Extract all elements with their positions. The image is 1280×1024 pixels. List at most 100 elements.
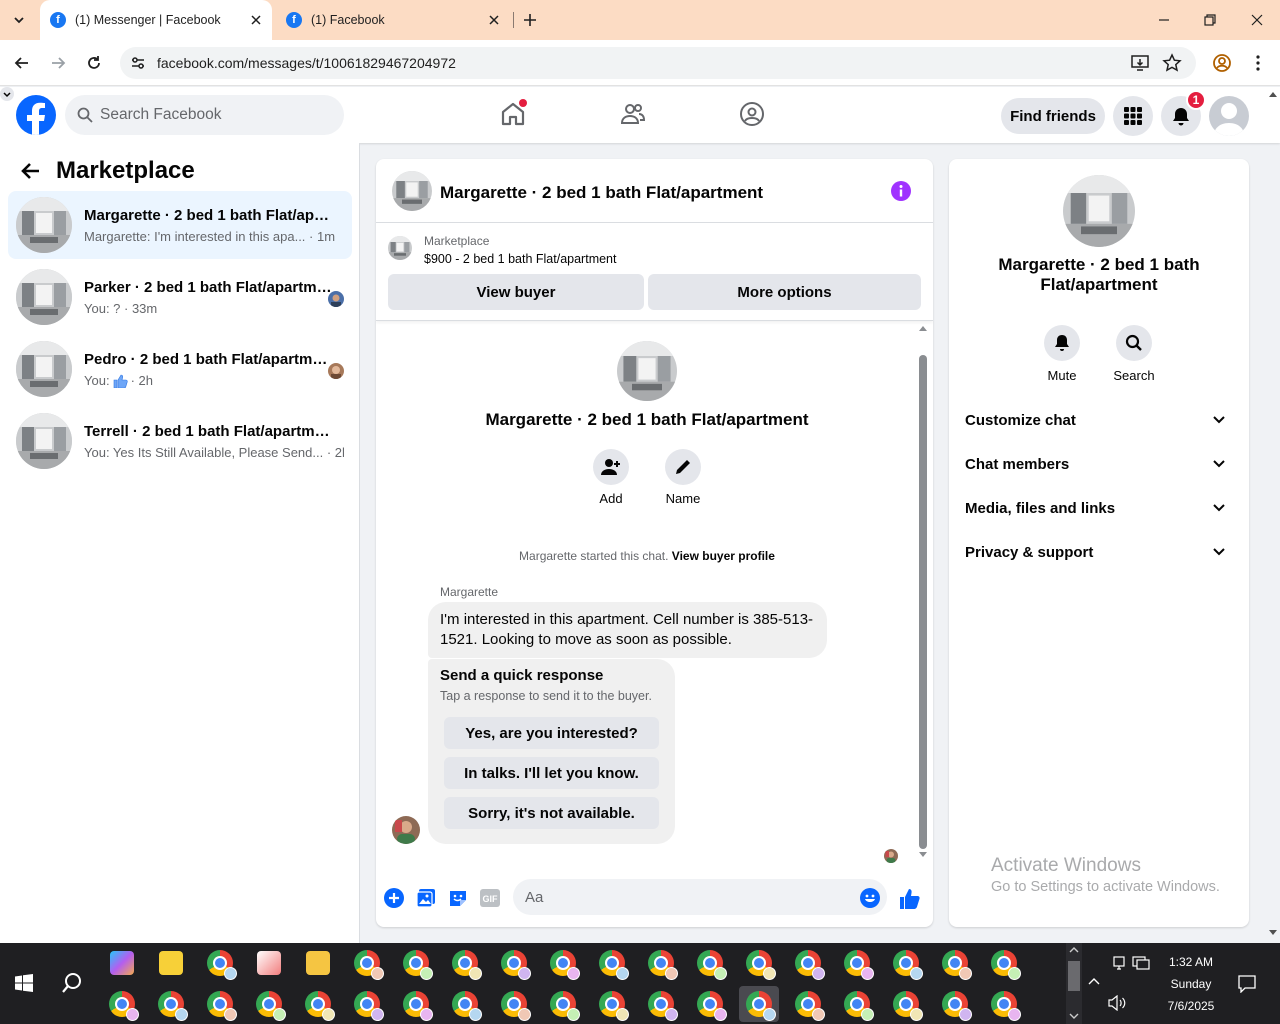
taskbar-chrome-window[interactable] [494, 986, 534, 1022]
reload-button[interactable] [80, 49, 108, 77]
bookmark-star-icon[interactable] [1162, 53, 1182, 73]
taskbar-scroll[interactable] [1066, 943, 1082, 1024]
taskbar-app-notes[interactable] [151, 945, 191, 981]
address-bar[interactable]: facebook.com/messages/t/1006182946720497… [120, 47, 1196, 79]
browser-tab-messenger[interactable]: f (1) Messenger | Facebook [40, 0, 272, 40]
taskbar-chrome-window[interactable] [690, 945, 730, 981]
taskbar-chrome-window[interactable] [984, 945, 1024, 981]
taskbar-chrome-window[interactable] [641, 945, 681, 981]
taskbar-chrome-window[interactable] [837, 986, 877, 1022]
taskbar-chrome-window[interactable] [347, 986, 387, 1022]
quick-response-option[interactable]: Sorry, it's not available. [444, 797, 659, 829]
site-settings-icon[interactable] [128, 53, 148, 73]
taskbar-chrome-window[interactable] [935, 945, 975, 981]
browser-tab-facebook[interactable]: f (1) Facebook [276, 0, 510, 40]
taskbar-chrome-window[interactable] [984, 986, 1024, 1022]
taskbar-chrome-window[interactable] [935, 986, 975, 1022]
account-chevron-down-icon[interactable] [0, 87, 14, 101]
nav-friends[interactable] [618, 99, 648, 129]
chevron-up-icon[interactable] [1088, 977, 1100, 985]
meet-now-icon[interactable] [1112, 956, 1126, 970]
taskbar-chrome-window[interactable] [200, 945, 240, 981]
incoming-message-bubble[interactable]: I'm interested in this apartment. Cell n… [428, 602, 827, 658]
emoji-button[interactable] [858, 886, 882, 910]
chat-item-pedro[interactable]: Pedro · 2 bed 1 bath Flat/apartment You:… [8, 335, 352, 403]
taskbar-chrome-window[interactable] [151, 986, 191, 1022]
facebook-logo[interactable] [16, 95, 56, 135]
taskbar-chrome-window[interactable] [788, 945, 828, 981]
taskbar-chrome-window[interactable] [396, 945, 436, 981]
listing-price-title[interactable]: $900 - 2 bed 1 bath Flat/apartment [424, 252, 617, 266]
sticker-button[interactable] [446, 886, 470, 910]
clock-date[interactable]: 7/6/2025 [1158, 999, 1224, 1013]
taskbar-chrome-window[interactable] [543, 945, 583, 981]
volume-icon[interactable] [1108, 995, 1126, 1011]
taskbar-chrome-window[interactable] [739, 986, 779, 1022]
restore-button[interactable] [1187, 0, 1233, 40]
taskbar-chrome-window[interactable] [200, 986, 240, 1022]
message-input[interactable] [513, 879, 887, 915]
notification-center-icon[interactable] [1238, 975, 1256, 993]
chat-members-section[interactable]: Chat members [965, 450, 1233, 478]
scroll-up-arrow-icon[interactable] [1269, 91, 1277, 97]
page-scrollbar[interactable] [1265, 87, 1280, 943]
gif-button[interactable]: GIF [478, 886, 502, 910]
account-avatar[interactable] [1209, 96, 1249, 136]
scroll-down-arrow-icon[interactable] [919, 852, 927, 858]
taskbar-chrome-window[interactable] [592, 945, 632, 981]
taskbar-chrome-window[interactable] [886, 945, 926, 981]
chat-item-terrell[interactable]: Terrell · 2 bed 1 bath Flat/apartment Yo… [8, 407, 352, 475]
scrollbar-thumb[interactable] [919, 355, 927, 849]
install-app-icon[interactable] [1130, 53, 1150, 73]
view-buyer-button[interactable]: View buyer [388, 274, 644, 310]
taskbar-chrome-window[interactable] [494, 945, 534, 981]
media-files-links-section[interactable]: Media, files and links [965, 494, 1233, 522]
browser-menu-button[interactable] [1244, 49, 1272, 77]
taskbar-chrome-window[interactable] [347, 945, 387, 981]
scroll-up-arrow-icon[interactable] [1069, 947, 1079, 953]
taskbar-chrome-window[interactable] [396, 986, 436, 1022]
taskbar-app-paint[interactable] [249, 945, 289, 981]
taskbar-chrome-window[interactable] [298, 986, 338, 1022]
taskbar-chrome-window[interactable] [641, 986, 681, 1022]
nav-home[interactable] [498, 99, 528, 129]
taskbar-chrome-window[interactable] [739, 945, 779, 981]
send-like-button[interactable] [898, 886, 922, 910]
taskbar-search-button[interactable] [52, 965, 92, 1001]
clock-time[interactable]: 1:32 AM [1158, 955, 1224, 969]
close-tab-button[interactable] [484, 10, 504, 30]
attach-photo-button[interactable] [414, 886, 438, 910]
chat-item-margarette[interactable]: Margarette · 2 bed 1 bath Flat/apartment… [8, 191, 352, 259]
nav-groups[interactable] [737, 99, 767, 129]
taskbar-chrome-window[interactable] [102, 986, 142, 1022]
add-people-action[interactable]: Add [581, 449, 641, 506]
mute-action[interactable]: Mute [1032, 325, 1092, 383]
find-friends-button[interactable]: Find friends [1001, 98, 1105, 134]
scroll-down-arrow-icon[interactable] [1069, 1013, 1079, 1019]
close-tab-button[interactable] [246, 10, 266, 30]
profile-button[interactable] [1208, 49, 1236, 77]
scroll-down-arrow-icon[interactable] [1269, 930, 1277, 936]
network-icon[interactable] [1132, 956, 1150, 970]
forward-button[interactable] [44, 49, 72, 77]
listing-thumbnail[interactable] [392, 171, 432, 211]
back-button[interactable] [8, 49, 36, 77]
close-window-button[interactable] [1234, 0, 1280, 40]
taskbar-chrome-window[interactable] [788, 986, 828, 1022]
tab-search-button[interactable] [4, 6, 34, 34]
taskbar-scroll-thumb[interactable] [1068, 961, 1080, 991]
taskbar-chrome-window[interactable] [249, 986, 289, 1022]
taskbar-app-copilot[interactable] [102, 945, 142, 981]
more-options-button[interactable]: More options [648, 274, 921, 310]
taskbar-app-files[interactable] [298, 945, 338, 981]
quick-response-option[interactable]: Yes, are you interested? [444, 717, 659, 749]
search-in-chat-action[interactable]: Search [1104, 325, 1164, 383]
view-buyer-profile-link[interactable]: View buyer profile [672, 549, 775, 563]
start-button[interactable] [4, 965, 44, 1001]
taskbar-chrome-window[interactable] [690, 986, 730, 1022]
customize-chat-section[interactable]: Customize chat [965, 406, 1233, 434]
facebook-search[interactable]: Search Facebook [65, 95, 344, 135]
new-tab-button[interactable] [518, 9, 542, 31]
conversation-title[interactable]: Margarette · 2 bed 1 bath Flat/apartment [440, 183, 763, 203]
privacy-support-section[interactable]: Privacy & support [965, 538, 1233, 566]
